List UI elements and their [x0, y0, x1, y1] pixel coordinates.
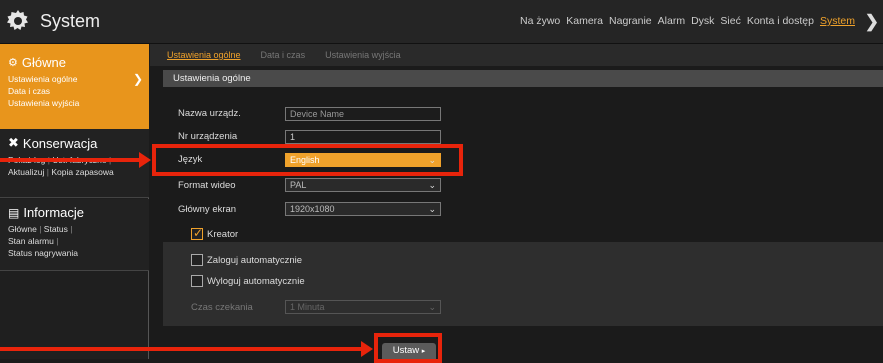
separator: | — [70, 224, 73, 234]
subtabs: Ustawienia ogólne Data i czas Ustawienia… — [150, 44, 883, 66]
auto-login-checkbox[interactable]: Zaloguj automatycznie — [191, 254, 302, 266]
tools-icon: ✖ — [8, 135, 19, 150]
sidebar-section-maintenance: ✖ Konserwacja Pokaż log | Ust. fabryczne… — [0, 129, 149, 198]
nav-recording[interactable]: Nagranie — [609, 15, 652, 27]
auto-logout-checkbox[interactable]: Wyloguj automatycznie — [191, 275, 305, 287]
checkbox-checked-icon — [191, 226, 203, 240]
chevron-down-icon: ⌄ — [428, 302, 436, 312]
sidebar-maintenance-row2: Aktualizuj | Kopia zapasowa — [0, 166, 149, 178]
nav-live[interactable]: Na żywo — [520, 15, 560, 27]
highlight-language — [152, 144, 463, 176]
panel-header: Ustawienia ogólne — [163, 70, 883, 87]
sidebar-link-general[interactable]: Ustawienia ogólne — [0, 73, 149, 85]
main-screen-value: 1920x1080 — [290, 204, 335, 214]
auto-login-label: Zaloguj automatycznie — [207, 254, 303, 266]
nav-accounts[interactable]: Konta i dostęp — [747, 15, 814, 27]
arrow-line — [0, 347, 362, 351]
auto-logout-label: Wyloguj automatycznie — [207, 275, 305, 287]
settings-panel: Ustawienia ogólne Nazwa urządz. Device N… — [163, 70, 883, 359]
sidebar-heading-main: ⚙ Główne — [0, 44, 149, 70]
sidebar: ⚙ Główne Ustawienia ogólne Data i czas U… — [0, 44, 149, 359]
device-no-field[interactable]: 1 — [285, 130, 441, 144]
separator: | — [56, 236, 59, 246]
checkbox-icon — [191, 275, 203, 287]
video-format-value: PAL — [290, 180, 307, 190]
sidebar-link-info-main[interactable]: Główne — [8, 224, 37, 234]
arrow-line — [0, 158, 140, 162]
sidebar-link-backup[interactable]: Kopia zapasowa — [51, 167, 113, 177]
document-icon: ▤ — [8, 205, 20, 220]
arrow-head-icon — [139, 152, 151, 168]
nav-camera[interactable]: Kamera — [566, 15, 603, 27]
checkbox-icon — [191, 254, 203, 266]
wait-time-value: 1 Minuta — [290, 302, 325, 312]
separator: | — [39, 224, 42, 234]
top-bar: System Na żywo Kamera Nagranie Alarm Dys… — [0, 0, 883, 44]
chevron-right-icon: ❯ — [132, 72, 143, 86]
sidebar-info-row2: Stan alarmu | — [0, 235, 149, 247]
sidebar-maintenance-title: Konserwacja — [22, 135, 98, 151]
page-title: System — [40, 11, 101, 31]
sidebar-info-title: Informacje — [23, 205, 85, 220]
gear-icon — [7, 10, 28, 30]
sidebar-info-row3: Status nagrywania — [0, 247, 149, 259]
video-format-select[interactable]: PAL ⌄ — [285, 178, 441, 192]
sidebar-link-status[interactable]: Status — [44, 224, 68, 234]
arrow-head-icon — [361, 341, 373, 357]
nav-network[interactable]: Sieć — [720, 15, 740, 27]
sidebar-link-output[interactable]: Ustawienia wyjścia — [0, 97, 149, 109]
wizard-label: Kreator — [207, 228, 239, 240]
separator: | — [46, 167, 49, 177]
sidebar-link-recording-status[interactable]: Status nagrywania — [8, 248, 78, 258]
wait-time-select[interactable]: 1 Minuta ⌄ — [285, 300, 441, 314]
sidebar-section-info: ▤ Informacje Główne | Status | Stan alar… — [0, 199, 149, 271]
tab-date-time[interactable]: Data i czas — [261, 50, 306, 60]
sidebar-heading-maintenance: ✖ Konserwacja — [0, 129, 149, 151]
top-navigation: Na żywo Kamera Nagranie Alarm Dysk Sieć … — [520, 15, 855, 27]
chevron-right-icon[interactable]: ❯ — [865, 12, 879, 32]
device-name-field[interactable]: Device Name — [285, 107, 441, 121]
sidebar-heading-info: ▤ Informacje — [0, 199, 149, 220]
sidebar-main-title: Główne — [21, 55, 66, 70]
sidebar-link-alarm-state[interactable]: Stan alarmu — [8, 236, 54, 246]
chevron-down-icon: ⌄ — [428, 204, 436, 214]
nav-disk[interactable]: Dysk — [691, 15, 714, 27]
tab-output[interactable]: Ustawienia wyjścia — [325, 50, 401, 60]
sidebar-link-date-time[interactable]: Data i czas — [0, 85, 149, 97]
video-format-label: Format wideo — [178, 180, 236, 191]
sidebar-link-update[interactable]: Aktualizuj — [8, 167, 44, 177]
sidebar-info-row1: Główne | Status | — [0, 223, 149, 235]
chevron-down-icon: ⌄ — [428, 180, 436, 190]
main-screen-label: Główny ekran — [178, 204, 237, 215]
wait-time-label: Czas czekania — [191, 302, 253, 313]
nav-alarm[interactable]: Alarm — [658, 15, 685, 27]
nav-system[interactable]: System — [820, 15, 855, 27]
main-screen-select[interactable]: 1920x1080 ⌄ — [285, 202, 441, 216]
sidebar-section-main: ⚙ Główne Ustawienia ogólne Data i czas U… — [0, 44, 149, 129]
tab-general[interactable]: Ustawienia ogólne — [167, 50, 241, 60]
device-no-label: Nr urządzenia — [178, 131, 238, 142]
wizard-checkbox[interactable]: Kreator — [191, 226, 239, 240]
device-name-label: Nazwa urządz. — [178, 108, 241, 119]
gears-icon: ⚙ — [8, 57, 18, 69]
